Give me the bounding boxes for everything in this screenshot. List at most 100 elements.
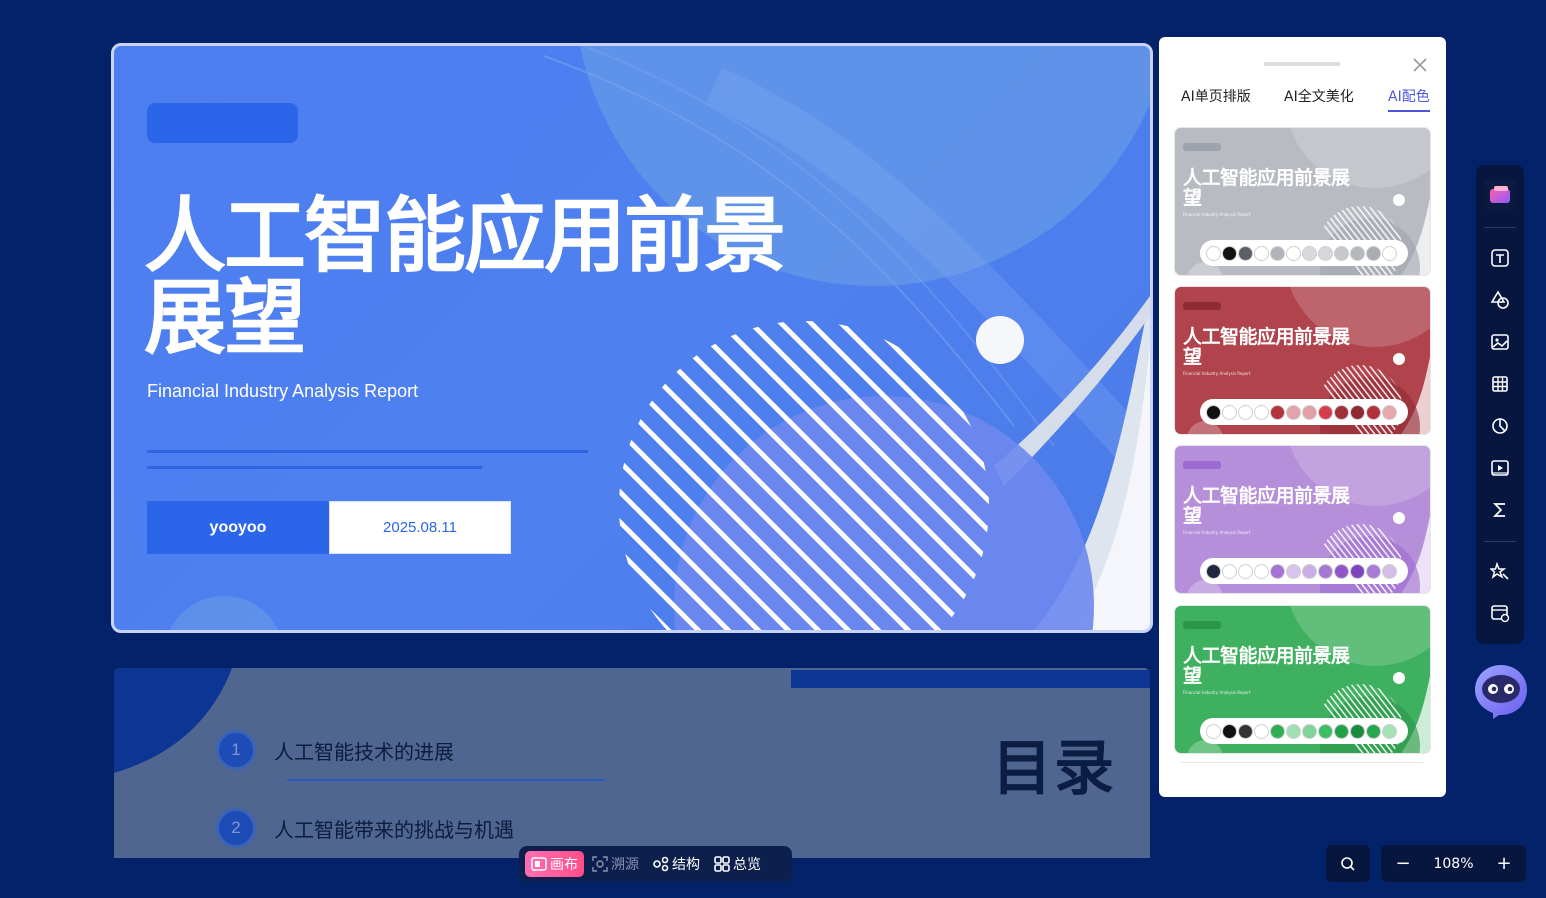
- color-swatch: [1254, 404, 1269, 420]
- chart-icon[interactable]: [1484, 410, 1516, 442]
- color-swatch: [1222, 404, 1237, 420]
- color-swatch-bar: [1200, 399, 1408, 425]
- canvas-button[interactable]: 画布: [525, 851, 584, 877]
- color-swatch: [1334, 245, 1349, 261]
- color-swatch: [1318, 245, 1333, 261]
- color-scheme-card[interactable]: 人工智能应用前景展望 Financial Industry Analysis Re…: [1174, 445, 1431, 594]
- tab-ai-single-layout[interactable]: AI单页排版: [1181, 86, 1251, 110]
- color-swatch-bar: [1200, 558, 1408, 584]
- card-tag-shape: [1183, 461, 1221, 469]
- structure-button[interactable]: 结构: [647, 851, 706, 877]
- source-label: 溯源: [611, 857, 639, 873]
- zoom-control: − 108% +: [1381, 845, 1526, 882]
- toc-number: 2: [216, 808, 256, 848]
- color-swatch: [1222, 245, 1237, 261]
- shape-icon[interactable]: [1484, 284, 1516, 316]
- color-swatch: [1334, 563, 1349, 579]
- search-icon: [1341, 856, 1355, 871]
- divider-line: [147, 466, 482, 469]
- template-icon[interactable]: [1484, 597, 1516, 629]
- zoom-search-button[interactable]: [1326, 845, 1370, 882]
- color-swatch: [1286, 404, 1301, 420]
- zoom-out-button[interactable]: −: [1395, 853, 1411, 874]
- bottom-toolbar: 画布 溯源 结构 总览: [519, 846, 792, 882]
- overview-icon: [714, 856, 730, 872]
- close-icon[interactable]: [1409, 54, 1431, 76]
- color-swatch: [1334, 404, 1349, 420]
- card-dot: [1393, 194, 1405, 206]
- color-swatch: [1238, 563, 1253, 579]
- color-scheme-card[interactable]: 人工智能应用前景展望 Financial Industry Analysis Re…: [1174, 127, 1431, 276]
- color-swatch: [1318, 723, 1333, 739]
- card-dot: [1393, 512, 1405, 524]
- panel-divider: [1181, 762, 1423, 763]
- color-swatch: [1302, 245, 1317, 261]
- color-swatch: [1254, 245, 1269, 261]
- color-swatch: [1302, 723, 1317, 739]
- image-icon[interactable]: [1484, 326, 1516, 358]
- color-swatch: [1238, 404, 1253, 420]
- formula-icon[interactable]: [1484, 494, 1516, 526]
- color-swatch: [1350, 723, 1365, 739]
- magic-icon[interactable]: [1484, 555, 1516, 587]
- media-icon[interactable]: [1484, 452, 1516, 484]
- canvas-icon: [531, 857, 547, 871]
- card-tag-shape: [1183, 302, 1221, 310]
- slide-2-top-bar: [791, 670, 1150, 688]
- color-swatch: [1254, 723, 1269, 739]
- color-swatch: [1254, 563, 1269, 579]
- color-swatch: [1382, 723, 1397, 739]
- slide-subtitle: Financial Industry Analysis Report: [147, 381, 419, 401]
- tab-ai-full-beautify[interactable]: AI全文美化: [1284, 86, 1354, 110]
- table-icon[interactable]: [1484, 368, 1516, 400]
- color-swatch: [1222, 563, 1237, 579]
- color-swatch: [1350, 563, 1365, 579]
- drag-handle[interactable]: [1264, 62, 1340, 66]
- divider-line: [147, 450, 588, 453]
- author-label: yooyoo: [147, 501, 329, 554]
- tab-ai-color[interactable]: AI配色: [1388, 86, 1430, 112]
- color-swatch: [1206, 723, 1221, 739]
- card-title: 人工智能应用前景展望: [1183, 645, 1350, 687]
- color-swatch-bar: [1200, 240, 1408, 266]
- right-toolbar: [1476, 165, 1524, 644]
- toc-heading: 目录: [992, 734, 1116, 804]
- color-swatch: [1366, 563, 1381, 579]
- color-swatch: [1270, 404, 1285, 420]
- theme-icon[interactable]: [1484, 179, 1516, 211]
- slide-title: 人工智能应用前景展望: [144, 189, 786, 366]
- color-swatch: [1382, 563, 1397, 579]
- card-dot: [1393, 672, 1405, 684]
- color-swatch: [1382, 245, 1397, 261]
- color-swatch: [1206, 563, 1221, 579]
- overview-button[interactable]: 总览: [708, 851, 767, 877]
- canvas-label: 画布: [550, 857, 578, 873]
- zoom-in-button[interactable]: +: [1496, 853, 1512, 874]
- color-swatch: [1350, 245, 1365, 261]
- color-swatch: [1286, 723, 1301, 739]
- color-swatch: [1366, 245, 1381, 261]
- card-title: 人工智能应用前景展望: [1183, 326, 1350, 368]
- color-swatch: [1302, 404, 1317, 420]
- color-swatch: [1302, 563, 1317, 579]
- structure-icon: [653, 856, 669, 872]
- toc-underline: [287, 779, 605, 781]
- color-swatch-bar: [1200, 718, 1408, 744]
- color-swatch: [1270, 563, 1285, 579]
- ai-assistant-icon[interactable]: [1473, 663, 1529, 719]
- structure-label: 结构: [672, 857, 700, 873]
- date-label: 2025.08.11: [329, 501, 511, 554]
- color-swatch: [1366, 723, 1381, 739]
- text-icon[interactable]: [1484, 242, 1516, 274]
- color-swatch: [1382, 404, 1397, 420]
- color-swatch: [1270, 723, 1285, 739]
- source-button[interactable]: 溯源: [586, 851, 645, 877]
- card-subtitle: Financial Industry Analysis Report: [1183, 212, 1251, 217]
- overview-label: 总览: [733, 857, 761, 873]
- color-scheme-card[interactable]: 人工智能应用前景展望 Financial Industry Analysis Re…: [1174, 286, 1431, 435]
- color-swatch: [1286, 245, 1301, 261]
- slide-1-preview[interactable]: 人工智能应用前景展望 Financial Industry Analysis R…: [111, 43, 1153, 633]
- slide-2-preview[interactable]: 1 人工智能技术的进展 2 人工智能带来的挑战与机遇 目录: [114, 668, 1150, 858]
- color-scheme-card[interactable]: 人工智能应用前景展望 Financial Industry Analysis Re…: [1174, 605, 1431, 754]
- color-swatch: [1350, 404, 1365, 420]
